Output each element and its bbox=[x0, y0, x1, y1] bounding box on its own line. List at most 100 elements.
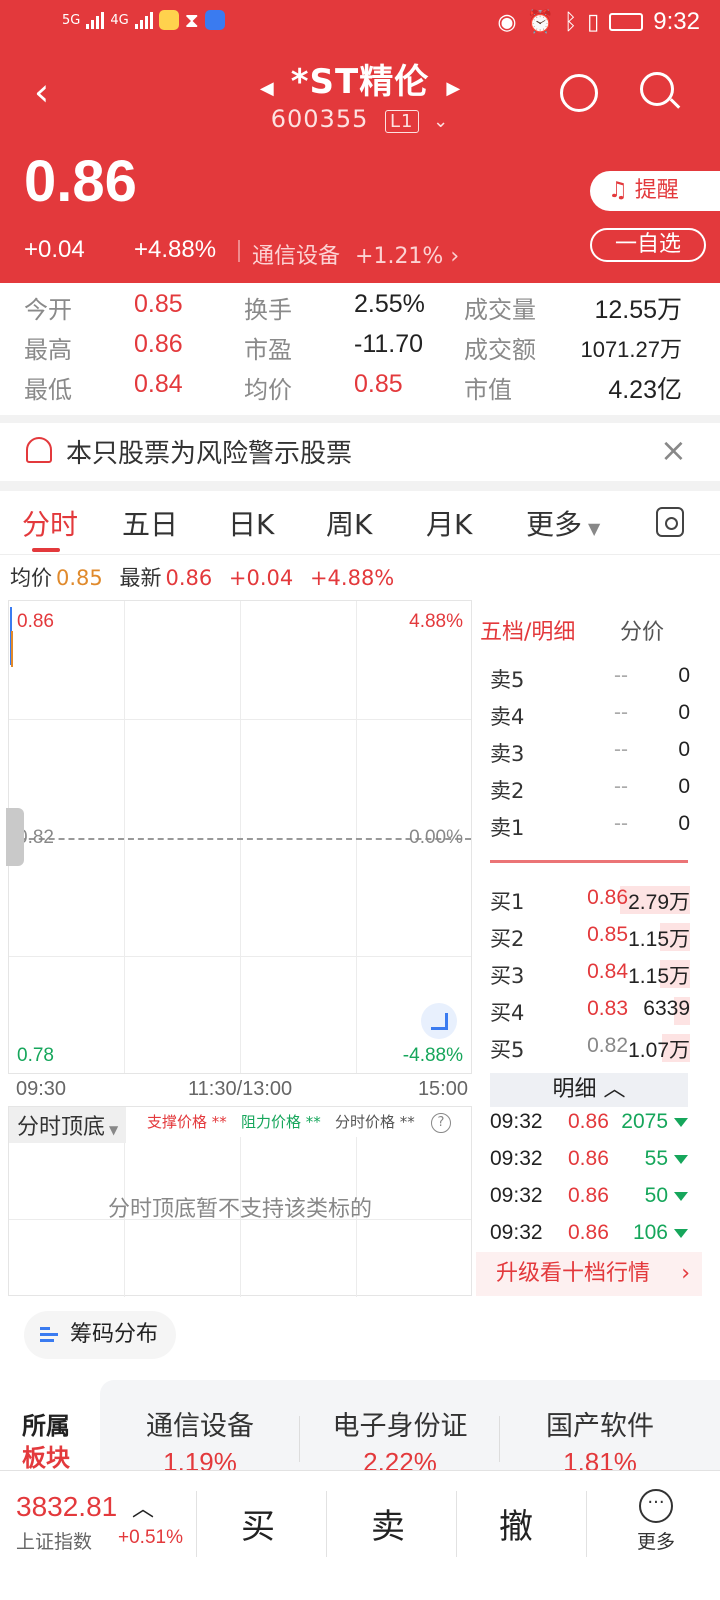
intraday-chart[interactable]: 0.86 4.88% 0.82 0.00% 0.78 -4.88% bbox=[8, 600, 472, 1074]
ask-qty: 0 bbox=[678, 664, 690, 687]
bid-qty: 2.79万 bbox=[628, 891, 690, 914]
stat-label: 最高 bbox=[24, 336, 72, 364]
risk-warning-text: 本只股票为风险警示股票 bbox=[66, 439, 353, 469]
latest-pct: +4.88% bbox=[309, 566, 395, 590]
remind-button[interactable]: ♫ 提醒 bbox=[590, 171, 720, 211]
sector-card[interactable]: 通信设备 1.19% bbox=[100, 1404, 300, 1478]
sector-name: 通信设备 bbox=[146, 1411, 254, 1442]
ask-price: -- bbox=[614, 775, 628, 798]
chart-tabs: 分时 五日 日K 周K 月K 更多 ▼ bbox=[0, 491, 720, 555]
chevron-down-icon[interactable]: ⌄ bbox=[433, 111, 449, 132]
bottom-toolbar: 3832.81 ︿ 上证指数 +0.51% 买 卖 撤 ··· 更多 bbox=[0, 1470, 720, 1600]
buy-button[interactable]: 买 bbox=[208, 1499, 308, 1548]
warning-bell-icon bbox=[26, 437, 52, 463]
upgrade-label: 升级看十档行情 bbox=[496, 1261, 651, 1286]
alarm-icon: ⏰ bbox=[526, 9, 554, 35]
level-badge[interactable]: L1 bbox=[385, 110, 419, 133]
tab-indicator bbox=[32, 548, 60, 552]
tab-five-day[interactable]: 五日 bbox=[122, 503, 178, 543]
quote-header: 5G 4G ⧗ ◉ ⏰ ᛒ ▯ 9:32 ‹ ◀ *ST精伦 ▶ 600355 bbox=[0, 0, 720, 283]
stat-label: 最低 bbox=[24, 376, 72, 404]
stat-label: 市值 bbox=[464, 376, 512, 404]
bid-qty: 1.07万 bbox=[628, 1039, 690, 1062]
orderbook-tab[interactable]: 五档/明细 bbox=[480, 614, 575, 646]
caret-down-icon: ▼ bbox=[109, 1123, 119, 1137]
bid-qty: 1.15万 bbox=[628, 928, 690, 951]
price-distribution-tab[interactable]: 分价 bbox=[620, 614, 664, 646]
timeshare-price-label: 分时价格 ** bbox=[335, 1113, 415, 1131]
time-end: 15:00 bbox=[417, 1078, 468, 1100]
price-change-pct: +4.88% bbox=[134, 236, 217, 263]
chip-distribution-button[interactable]: 筹码分布 bbox=[24, 1311, 176, 1359]
detail-label: 明细 bbox=[552, 1077, 597, 1102]
ask-label: 卖3 bbox=[490, 742, 525, 766]
add-watchlist-button[interactable]: 一自选 bbox=[590, 228, 706, 262]
sector-name: 国产软件 bbox=[546, 1411, 654, 1442]
stock-code: 600355 bbox=[270, 105, 369, 133]
next-stock-icon[interactable]: ▶ bbox=[446, 78, 460, 99]
sell-button[interactable]: 卖 bbox=[338, 1499, 438, 1548]
tab-daily-k[interactable]: 日K bbox=[228, 503, 274, 543]
grid-line bbox=[9, 719, 471, 720]
stat-value: 0.85 bbox=[134, 290, 183, 318]
tab-intraday[interactable]: 分时 bbox=[22, 503, 78, 543]
bid-label: 买2 bbox=[490, 927, 525, 951]
tick-row: 09:32 0.86 2075 bbox=[490, 1110, 688, 1144]
ask-row: 卖4 -- 0 bbox=[490, 701, 690, 735]
tab-more[interactable]: 更多 ▼ bbox=[526, 503, 600, 543]
ask-price: -- bbox=[614, 701, 628, 724]
ask-row: 卖3 -- 0 bbox=[490, 738, 690, 772]
signal-icon bbox=[134, 11, 153, 29]
tick-row: 09:32 0.86 106 bbox=[490, 1221, 688, 1255]
upgrade-ten-level-button[interactable]: 升级看十档行情 › bbox=[476, 1252, 702, 1296]
more-button[interactable]: ··· 更多 bbox=[626, 1489, 686, 1554]
tick-row: 09:32 0.86 55 bbox=[490, 1147, 688, 1181]
drawer-handle[interactable] bbox=[6, 808, 24, 866]
sector-card[interactable]: 电子身份证 2.22% bbox=[300, 1404, 500, 1478]
chevron-right-icon: › bbox=[450, 244, 460, 269]
ask-label: 卖1 bbox=[490, 816, 525, 840]
bid-row: 买2 0.85 1.15万 bbox=[490, 923, 690, 957]
divider bbox=[456, 1491, 457, 1557]
time-mid: 11:30/13:00 bbox=[188, 1078, 293, 1100]
down-arrow-icon bbox=[674, 1192, 688, 1201]
search-icon[interactable] bbox=[640, 72, 681, 112]
sector-link[interactable]: 通信设备 +1.21% › bbox=[252, 238, 459, 270]
tab-more-label: 更多 bbox=[526, 508, 583, 541]
refresh-icon[interactable] bbox=[560, 74, 598, 112]
time-start: 09:30 bbox=[16, 1078, 67, 1100]
bid-label: 买1 bbox=[490, 890, 525, 914]
sector-pct: +1.21% bbox=[355, 244, 444, 269]
tick-row: 09:32 0.86 50 bbox=[490, 1184, 688, 1218]
tab-weekly-k[interactable]: 周K bbox=[326, 503, 372, 543]
last-price: 0.86 bbox=[24, 149, 137, 214]
risk-warning-banner[interactable]: 本只股票为风险警示股票 × bbox=[0, 423, 720, 481]
avg-value: 0.85 bbox=[56, 566, 103, 590]
ask-price: -- bbox=[614, 738, 628, 761]
related-sectors: 所属 板块 通信设备 1.19% 电子身份证 2.22% 国产软件 1.81% bbox=[0, 1380, 720, 1477]
close-icon[interactable]: × bbox=[660, 431, 687, 469]
y-axis-bottom-pct: -4.88% bbox=[402, 1045, 463, 1066]
spread-divider bbox=[490, 860, 688, 863]
y-axis-mid-pct: 0.00% bbox=[409, 827, 463, 848]
indicator-select[interactable]: 分时顶底 ▼ bbox=[9, 1107, 127, 1143]
sector-card[interactable]: 国产软件 1.81% bbox=[500, 1404, 700, 1478]
sector-name: 电子身份证 bbox=[332, 1411, 468, 1442]
detail-toggle[interactable]: 明细 ︿ bbox=[490, 1073, 688, 1107]
tab-monthly-k[interactable]: 月K bbox=[426, 503, 472, 543]
settings-icon[interactable] bbox=[656, 507, 684, 537]
prev-stock-icon[interactable]: ◀ bbox=[260, 78, 274, 99]
bid-price: 0.84 bbox=[587, 960, 628, 983]
app-notification-icon bbox=[158, 10, 179, 30]
cancel-order-button[interactable]: 撤 bbox=[466, 1499, 566, 1548]
bid-row: 买3 0.84 1.15万 bbox=[490, 960, 690, 994]
bid-row: 买1 0.86 2.79万 bbox=[490, 886, 690, 920]
tick-time: 09:32 bbox=[490, 1221, 543, 1244]
index-name: 上证指数 bbox=[16, 1531, 93, 1553]
bell-icon: ♫ bbox=[608, 178, 628, 203]
stat-value: 1071.27万 bbox=[580, 337, 682, 362]
chevron-right-icon: › bbox=[681, 1261, 690, 1286]
bid-label: 买3 bbox=[490, 964, 525, 988]
fullscreen-icon[interactable] bbox=[421, 1003, 457, 1039]
help-icon[interactable]: ? bbox=[431, 1113, 451, 1133]
